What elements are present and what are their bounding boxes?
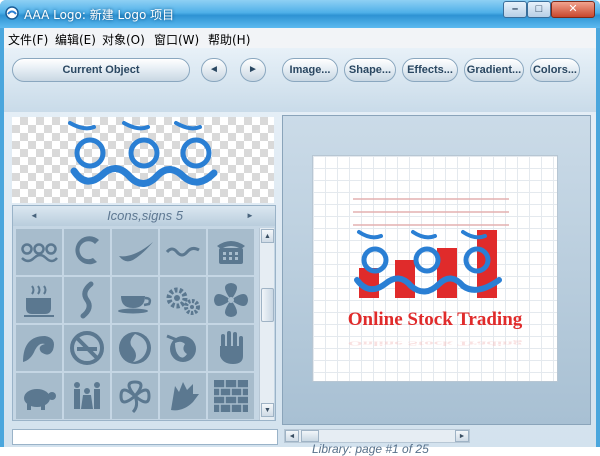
minimize-button[interactable]: –	[503, 1, 527, 18]
hand-print-icon[interactable]	[208, 325, 254, 371]
logo-canvas[interactable]: Online Stock Trading Online Stock Tradin…	[313, 156, 557, 381]
check-swoosh-icon[interactable]	[112, 229, 158, 275]
icon-grid	[16, 229, 256, 419]
library-page-status: Library: page #1 of 25	[312, 442, 429, 456]
turtle-icon[interactable]	[16, 373, 62, 419]
category-bar: ◄ Icons,signs 5 ►	[13, 206, 275, 226]
current-object-button[interactable]: Current Object	[12, 58, 190, 82]
s-curve-icon[interactable]	[64, 277, 110, 323]
scroll-down-button[interactable]: ▼	[261, 403, 274, 417]
maximize-button[interactable]: □	[527, 1, 551, 18]
menu-bar: 文件(F) 编辑(E) 对象(O) 窗口(W) 帮助(H)	[4, 28, 596, 48]
logo-artwork: Online Stock Trading Online Stock Tradin…	[348, 198, 523, 347]
effects-button[interactable]: Effects...	[402, 58, 458, 82]
scroll-thumb[interactable]	[261, 288, 274, 322]
swirl-logo-preview	[68, 121, 218, 187]
icon-library-panel: ◄ Icons,signs 5 ► ▲ ▼	[12, 205, 276, 421]
menu-file[interactable]: 文件(F)	[8, 31, 48, 48]
logo-text: Online Stock Trading	[348, 309, 523, 330]
globe-icon[interactable]	[160, 325, 206, 371]
scroll-left-button[interactable]: ◄	[285, 430, 299, 442]
close-button[interactable]: ✕	[551, 1, 595, 18]
object-preview	[12, 117, 274, 203]
title-bar[interactable]: AAA Logo: 新建 Logo 项目 – □ ✕	[0, 0, 600, 28]
prev-object-button[interactable]: ◄	[201, 58, 227, 82]
toolbar: Current Object ◄ ► Image... Shape... Eff…	[4, 48, 596, 112]
menu-window[interactable]: 窗口(W)	[154, 31, 199, 48]
gradient-button[interactable]: Gradient...	[464, 58, 524, 82]
scroll-up-button[interactable]: ▲	[261, 229, 274, 243]
hscroll-thumb[interactable]	[301, 430, 319, 442]
shape-button[interactable]: Shape...	[344, 58, 396, 82]
brick-wall-icon[interactable]	[208, 373, 254, 419]
scroll-right-button[interactable]: ►	[455, 430, 469, 442]
circle-swoosh-icon[interactable]	[64, 229, 110, 275]
logo-text-reflection: Online Stock Trading	[348, 340, 522, 347]
menu-help[interactable]: 帮助(H)	[208, 31, 250, 48]
telephone-icon[interactable]	[208, 229, 254, 275]
swirl-logo-icon[interactable]	[16, 229, 62, 275]
clover-icon[interactable]	[112, 373, 158, 419]
tea-cup-icon[interactable]	[112, 277, 158, 323]
spiral-flower-icon[interactable]	[208, 277, 254, 323]
library-scrollbar[interactable]: ▲ ▼	[259, 228, 274, 420]
window-title: AAA Logo: 新建 Logo 项目	[24, 8, 175, 22]
wave-icon[interactable]	[160, 229, 206, 275]
category-next-button[interactable]: ►	[241, 208, 259, 224]
image-button[interactable]: Image...	[282, 58, 338, 82]
family-icon[interactable]	[64, 373, 110, 419]
app-window: AAA Logo: 新建 Logo 项目 – □ ✕ 文件(F) 编辑(E) 对…	[0, 0, 600, 456]
no-smoking-icon[interactable]	[64, 325, 110, 371]
next-object-button[interactable]: ►	[240, 58, 266, 82]
category-prev-button[interactable]: ◄	[25, 208, 43, 224]
menu-object[interactable]: 对象(O)	[102, 31, 145, 48]
coffee-cup-icon[interactable]	[16, 277, 62, 323]
category-label: Icons,signs 5	[107, 208, 183, 223]
gears-icon[interactable]	[160, 277, 206, 323]
menu-edit[interactable]: 编辑(E)	[55, 31, 96, 48]
text-input-field[interactable]	[12, 429, 278, 445]
app-logo-icon	[5, 6, 19, 20]
feather-fan-icon[interactable]	[160, 373, 206, 419]
moon-face-icon[interactable]	[112, 325, 158, 371]
canvas-panel: Online Stock Trading Online Stock Tradin…	[282, 115, 591, 425]
canvas-hscrollbar[interactable]: ◄ ►	[284, 429, 470, 443]
colors-button[interactable]: Colors...	[530, 58, 580, 82]
wave-curl-icon[interactable]	[16, 325, 62, 371]
client-area: 文件(F) 编辑(E) 对象(O) 窗口(W) 帮助(H) Current Ob…	[4, 28, 596, 456]
